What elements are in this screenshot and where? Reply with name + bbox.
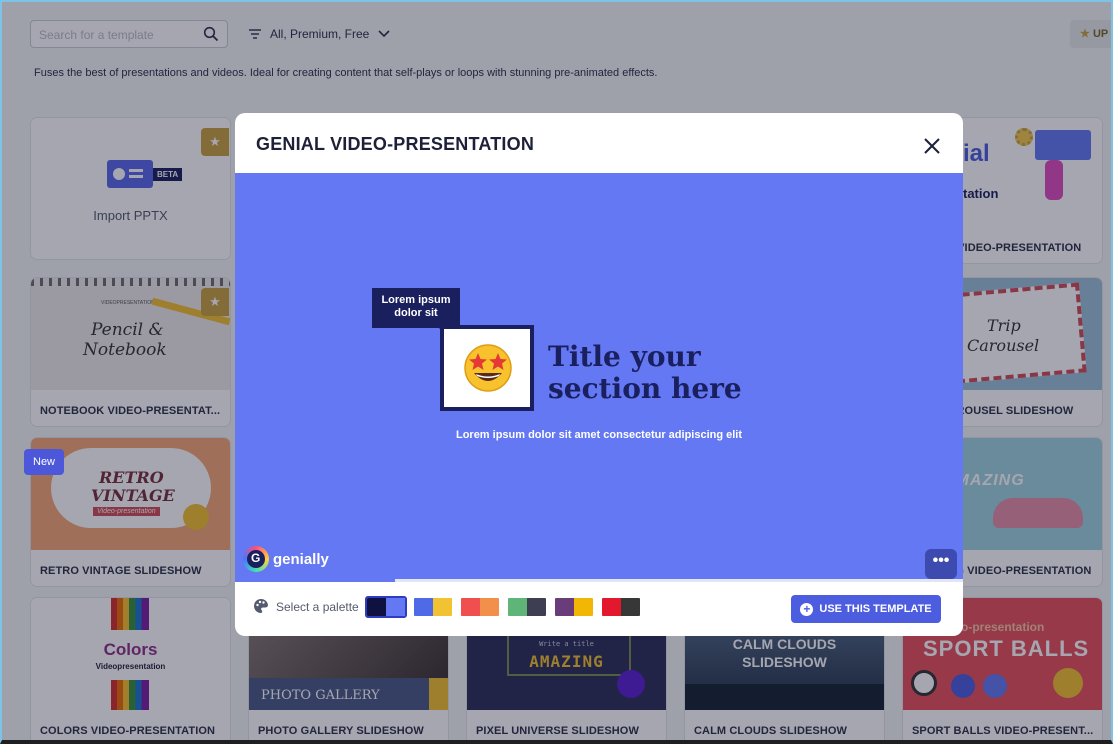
swatch-color — [621, 598, 640, 616]
palette-swatch-3[interactable] — [459, 596, 501, 618]
palette-swatch-5[interactable] — [553, 596, 595, 618]
plus-circle-icon: + — [800, 602, 814, 616]
swatch-color — [602, 598, 621, 616]
swatch-color — [433, 598, 452, 616]
swatch-color — [414, 598, 433, 616]
palette-swatch-2[interactable] — [412, 596, 454, 618]
palette-swatch-6[interactable] — [600, 596, 642, 618]
modal-title: GENIAL VIDEO-PRESENTATION — [256, 134, 535, 154]
preview-tag: Lorem ipsum dolor sit — [372, 288, 460, 328]
close-icon[interactable] — [923, 137, 941, 155]
section-title: Title your section here — [548, 340, 742, 405]
genially-logo-icon: G — [243, 546, 269, 572]
modal-footer: Select a palette + USE THIS TEMPLATE — [235, 582, 963, 636]
swatch-color — [386, 598, 405, 616]
more-options-button[interactable]: ••• — [925, 549, 957, 579]
use-template-button[interactable]: + USE THIS TEMPLATE — [791, 595, 941, 623]
palette-swatch-1[interactable] — [365, 596, 407, 618]
star-struck-emoji-icon — [464, 344, 512, 392]
swatch-color — [574, 598, 593, 616]
emoji-frame — [440, 325, 534, 411]
genially-brand: G genially — [243, 546, 329, 572]
preview-subtitle: Lorem ipsum dolor sit amet consectetur a… — [455, 429, 743, 441]
palette-icon — [254, 598, 268, 613]
new-badge: New — [24, 449, 64, 475]
app-window: Search for a template All, Premium, Free… — [0, 0, 1113, 744]
swatch-color — [461, 598, 480, 616]
swatch-color — [555, 598, 574, 616]
template-preview[interactable]: Lorem ipsum dolor sit Title your section… — [235, 173, 963, 579]
swatch-color — [527, 598, 546, 616]
template-preview-modal: GENIAL VIDEO-PRESENTATION Lorem ipsum do… — [235, 113, 963, 636]
palette-swatch-4[interactable] — [506, 596, 548, 618]
swatch-color — [480, 598, 499, 616]
palette-label: Select a palette — [276, 600, 359, 614]
use-template-label: USE THIS TEMPLATE — [819, 603, 932, 615]
brand-name: genially — [273, 550, 329, 568]
palette-swatches — [365, 596, 642, 618]
swatch-color — [508, 598, 527, 616]
swatch-color — [367, 598, 386, 616]
